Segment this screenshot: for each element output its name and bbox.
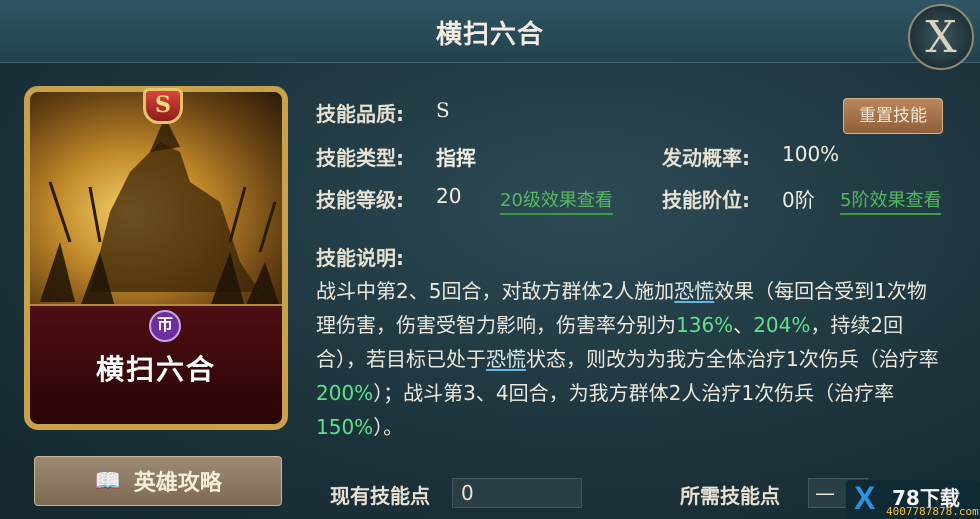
skill-card-name: 横扫六合 [95,353,216,386]
hero-guide-label: 英雄攻略 [133,471,222,496]
page-title: 横扫六合 [435,20,544,50]
description-text: 状态，则改为为我方全体治疗1次伤兵（治疗率 [526,347,939,371]
type-label: 技能类型: [316,146,404,170]
warrior-silhouette-icon [40,117,280,307]
level-effect-link[interactable]: 20级效果查看 [500,186,613,215]
heal-rate-value: 200% [316,381,374,405]
book-icon: 📖 [94,468,122,494]
close-icon: X [925,11,957,63]
grade-badge: S [143,88,183,124]
watermark-logo-icon: X [854,480,876,516]
type-value: 指挥 [436,146,476,170]
description-text: 、 [733,313,754,337]
required-points-label: 所需技能点 [680,484,780,508]
description-text: ）；战斗第3、4回合，为我方群体2人治疗1次伤兵（治疗率 [373,381,895,405]
skill-card: 帀 横扫六合 [24,86,288,430]
rank-label: 技能阶位: [662,188,750,212]
description-text: 战斗中第2、5回合，对敌方群体2人施加 [316,279,675,303]
site-watermark: X 78下载 4007787878.com [846,480,980,519]
reset-skill-button[interactable]: 重置技能 [843,98,943,134]
hero-guide-button[interactable]: 📖 英雄攻略 [34,456,282,506]
keyword-panic[interactable]: 恐慌 [674,279,714,303]
command-type-icon: 帀 [149,310,181,342]
current-points-value: 0 [452,478,582,508]
current-points-label: 现有技能点 [330,484,430,508]
watermark-url: 4007787878.com [886,505,979,518]
damage-rate-value: 136% [676,313,734,337]
chance-value: 100% [782,142,840,166]
description-label: 技能说明: [316,246,404,270]
description-text: ）。 [373,415,404,439]
rank-effect-link[interactable]: 5阶效果查看 [840,186,942,215]
close-button[interactable]: X [908,4,974,70]
skill-description: 战斗中第2、5回合，对敌方群体2人施加恐慌效果（每回合受到1次物理伤害，伤害受智… [316,274,940,444]
level-value: 20 [436,184,462,208]
chance-label: 发动概率: [662,146,750,170]
skill-card-art [30,92,282,312]
header-bar: 横扫六合 [0,0,980,63]
heal-rate-value: 150% [316,415,374,439]
keyword-panic[interactable]: 恐慌 [486,347,526,371]
damage-rate-value: 204% [753,313,811,337]
quality-label: 技能品质: [316,102,404,126]
quality-value: S [436,98,450,122]
rank-value: 0阶 [782,188,815,212]
level-label: 技能等级: [316,188,404,212]
